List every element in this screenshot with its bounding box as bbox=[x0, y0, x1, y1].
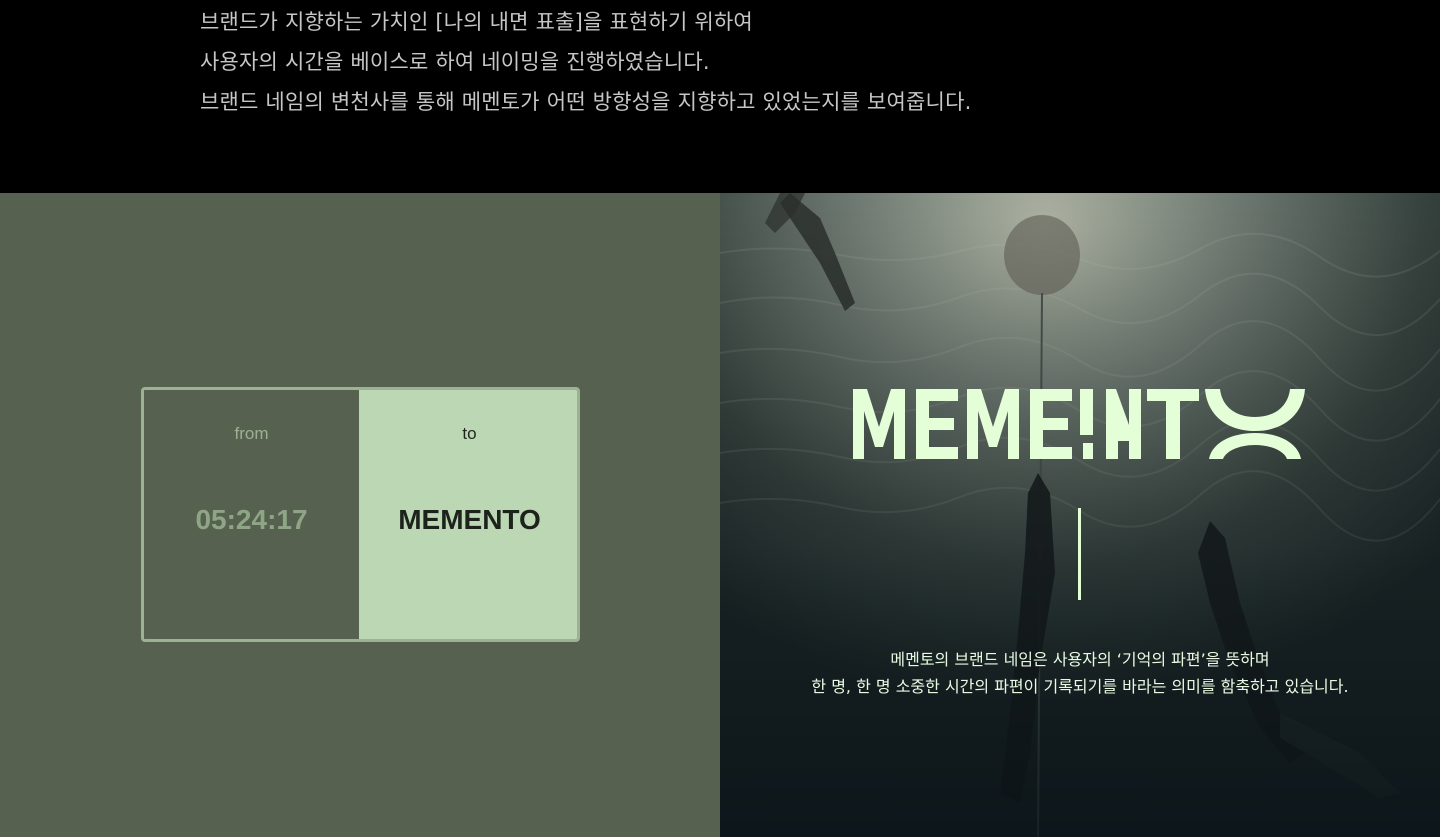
logo-divider bbox=[1078, 508, 1081, 600]
card-from-section: from 05:24:17 bbox=[144, 390, 359, 639]
from-value: 05:24:17 bbox=[195, 504, 308, 535]
memento-logo bbox=[853, 389, 1305, 459]
to-value: MEMENTO bbox=[398, 504, 541, 535]
brand-hero-panel: 메멘토의 브랜드 네임은 사용자의 ‘기억의 파편’을 뜻하며 한 명, 한 명… bbox=[720, 193, 1440, 837]
card-to-section: to MEMENTO bbox=[359, 390, 577, 639]
naming-card: from 05:24:17 to MEMENTO bbox=[141, 387, 580, 642]
intro-text-line-3: 브랜드 네임의 변천사를 통해 메멘토가 어떤 방향성을 지향하고 있었는지를 … bbox=[200, 90, 972, 114]
intro-text-line-1: 브랜드가 지향하는 가치인 [나의 내면 표출]을 표현하기 위하여 bbox=[200, 10, 753, 34]
intro-text-line-2: 사용자의 시간을 베이스로 하여 네이밍을 진행하였습니다. bbox=[200, 50, 710, 74]
to-label: to bbox=[462, 424, 477, 443]
naming-history-panel: from 05:24:17 to MEMENTO bbox=[0, 193, 720, 837]
brand-description-line-1: 메멘토의 브랜드 네임은 사용자의 ‘기억의 파편’을 뜻하며 bbox=[890, 650, 1270, 669]
intro-section: 브랜드가 지향하는 가치인 [나의 내면 표출]을 표현하기 위하여 사용자의 … bbox=[0, 0, 1440, 193]
brand-description-line-2: 한 명, 한 명 소중한 시간의 파편이 기록되기를 바라는 의미를 함축하고 … bbox=[811, 677, 1349, 696]
from-label: from bbox=[234, 424, 269, 443]
